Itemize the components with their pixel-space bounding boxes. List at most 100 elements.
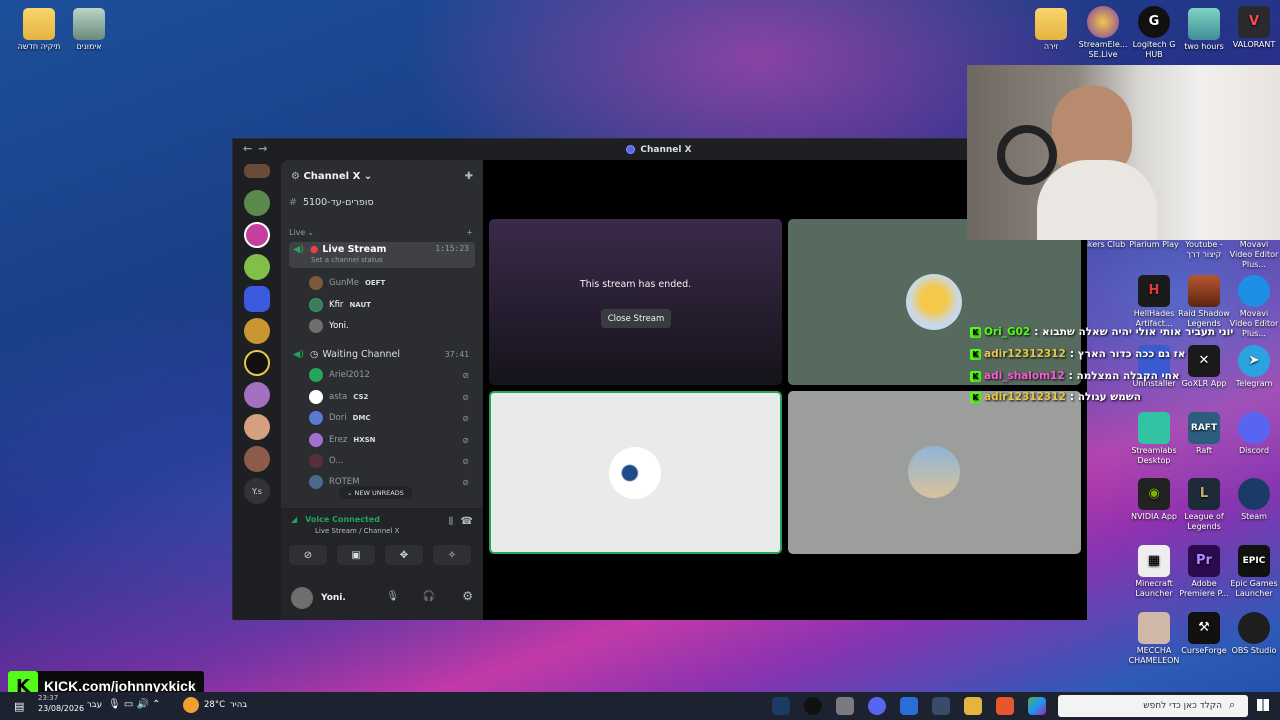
desktop-icon-hellhades[interactable]: H HellHades Artifact... [1128,275,1180,329]
voice-channel-live-stream[interactable]: ◀) ● Live Stream 1:15:23 Set a channel s… [289,242,475,268]
back-forward-arrows-icon[interactable]: ←→ [243,142,273,155]
member-gunme[interactable]: GunMe OEFT [309,274,475,292]
tray-icons[interactable]: 🎙 ▭ 🔊 ⌃ [108,699,161,710]
member-yoni[interactable]: Yoni. [309,317,475,335]
desktop-icon-streamlabs[interactable]: Streamlabs Desktop [1128,412,1180,466]
telegram-icon: ➤ [1238,345,1270,377]
member-ariel2012[interactable]: Ariel2012 ⊘ [309,366,475,384]
desktop-icon-raft[interactable]: RAFT Raft [1178,412,1230,456]
server-header[interactable]: ⚙ Channel X ⌄ ✚ [281,160,483,192]
server-icon[interactable] [244,414,270,440]
desktop-icon-premiere[interactable]: Pr Adobe Premiere P... [1178,545,1230,599]
desktop-icon-discord[interactable]: Discord [1228,412,1280,456]
avatar[interactable] [291,587,313,609]
channel-sidebar: ⚙ Channel X ⌄ ✚ # סופרים-עד-5100 Live ⌄ +… [281,160,483,620]
speaking-participant-tile[interactable] [489,391,782,554]
participant-tile[interactable] [788,391,1081,554]
avatar [309,319,323,333]
desktop-icon-nvidia[interactable]: ◉ NVIDIA App [1128,478,1180,522]
desktop-icon-movavi-1[interactable]: Movavi Video Editor Plus... [1228,240,1280,270]
desktop-icon-valorant[interactable]: V VALORANT [1228,6,1280,50]
member-kfir[interactable]: Kfir NAUT [309,296,475,314]
category-live[interactable]: Live ⌄ + [289,222,475,242]
desktop-icon-raid[interactable]: Raid Shadow Legends [1178,275,1230,329]
discord-taskbar-icon[interactable] [868,697,886,715]
server-icon[interactable] [244,254,270,280]
app-taskbar-icon[interactable] [996,697,1014,715]
desktop-icon-epic[interactable]: EPIC Epic Games Launcher [1228,545,1280,599]
desktop-icon-youtube[interactable]: Youtube - קיצור דרך [1178,240,1230,260]
voice-channel-waiting[interactable]: ◀) ◷ Waiting Channel 37:41 [289,344,475,364]
soundboard-button[interactable]: ✧ [433,545,471,565]
explorer-taskbar-icon[interactable] [964,697,982,715]
windows-start-icon[interactable] [1257,699,1269,711]
obs-icon [1238,612,1270,644]
folder-icon [1035,8,1067,40]
server-icon[interactable] [244,190,270,216]
server-icon-ys[interactable]: Y.s [244,478,270,504]
add-channel-icon[interactable]: + [466,228,473,237]
app-taskbar-icon[interactable] [836,697,854,715]
desktop-icon-steam[interactable]: Steam [1228,478,1280,522]
server-icon[interactable] [244,350,270,376]
channel-top[interactable]: # סופרים-עד-5100 [289,192,475,212]
webcam-overlay [967,65,1280,240]
server-icon[interactable] [244,318,270,344]
avatar [309,390,323,404]
logitech-taskbar-icon[interactable] [804,697,822,715]
desktop-icon-two-hours[interactable]: two hours [1178,8,1230,52]
close-stream-button[interactable]: Close Stream [601,309,671,328]
store-taskbar-icon[interactable] [932,697,950,715]
member-asta[interactable]: asta CS2 ⊘ [309,388,475,406]
avatar [309,454,323,468]
chat-message: K adir12312312 : השמש עגולה [970,389,1240,405]
new-unreads-pill[interactable]: ⌄ NEW UNREADS [339,486,412,499]
avatar [309,368,323,382]
desktop-icon-plarium-play[interactable]: Plarium Play [1128,240,1180,250]
deafened-icon: ⊘ [462,392,469,402]
headphones-icon[interactable]: 🎧 [423,591,435,602]
add-member-icon[interactable]: ✚ [465,171,473,182]
server-icon[interactable] [244,164,270,178]
desktop-icon-streamelements[interactable]: StreamEle... SE.Live [1077,6,1129,60]
steam-taskbar-icon[interactable] [772,697,790,715]
live-dot-icon: ● [310,244,319,255]
streamer-shirt [1037,160,1157,240]
server-icon[interactable] [244,446,270,472]
deafened-icon: ⊘ [462,413,469,423]
desktop-icon-meccha[interactable]: MECCHA CHAMELEON [1128,612,1180,666]
server-icon[interactable] [244,222,270,248]
member-erez[interactable]: Erez HXSN ⊘ [309,431,475,449]
member-dori[interactable]: Dori DMC ⊘ [309,409,475,427]
desktop-icon-zira[interactable]: זירה [1025,8,1077,52]
noise-suppression-icon[interactable]: ⫼ [449,517,453,527]
activities-button[interactable]: ✥ [385,545,423,565]
desktop-icon-league[interactable]: L League of Legends [1178,478,1230,532]
screen-share-button[interactable]: ▣ [337,545,375,565]
server-icon[interactable] [244,382,270,408]
desktop-icon-logitech[interactable]: G Logitech G HUB [1128,6,1180,60]
desktop-icon-obs[interactable]: OBS Studio [1228,612,1280,656]
hellhades-icon: H [1138,275,1170,307]
server-icon-active[interactable] [244,286,270,312]
clock-icon: ◷ [310,348,319,360]
search-input[interactable]: הקלד כאן כדי לחפש [1058,695,1248,717]
desktop-icon-minecraft[interactable]: ▦ Minecraft Launcher [1128,545,1180,599]
notification-icon[interactable]: ▤ [14,700,24,713]
taskbar: ▤ 23:37 23/08/2026 עבר 🎙 ▭ 🔊 ⌃ 28°C בהיר… [0,692,1280,720]
desktop-icon-new-folder[interactable]: תיקיה חדשה [13,8,65,52]
disconnect-icon[interactable]: ☎ [461,516,473,527]
camera-off-button[interactable]: ⊘ [289,545,327,565]
movavi-icon [1238,275,1270,307]
archive-icon [73,8,105,40]
gear-icon[interactable]: ⚙ [462,589,473,603]
steam-icon [1238,478,1270,510]
nvidia-icon: ◉ [1138,478,1170,510]
copilot-taskbar-icon[interactable] [1028,697,1046,715]
outlook-taskbar-icon[interactable] [900,697,918,715]
desktop-icon-trainings[interactable]: אימונים [63,8,115,52]
microphone-icon[interactable]: 🎙 [386,591,399,602]
desktop-icon-curseforge[interactable]: ⚒ CurseForge [1178,612,1230,656]
member-o[interactable]: O... ⊘ [309,452,475,470]
title-bar: ←→ Channel X [233,139,1085,160]
